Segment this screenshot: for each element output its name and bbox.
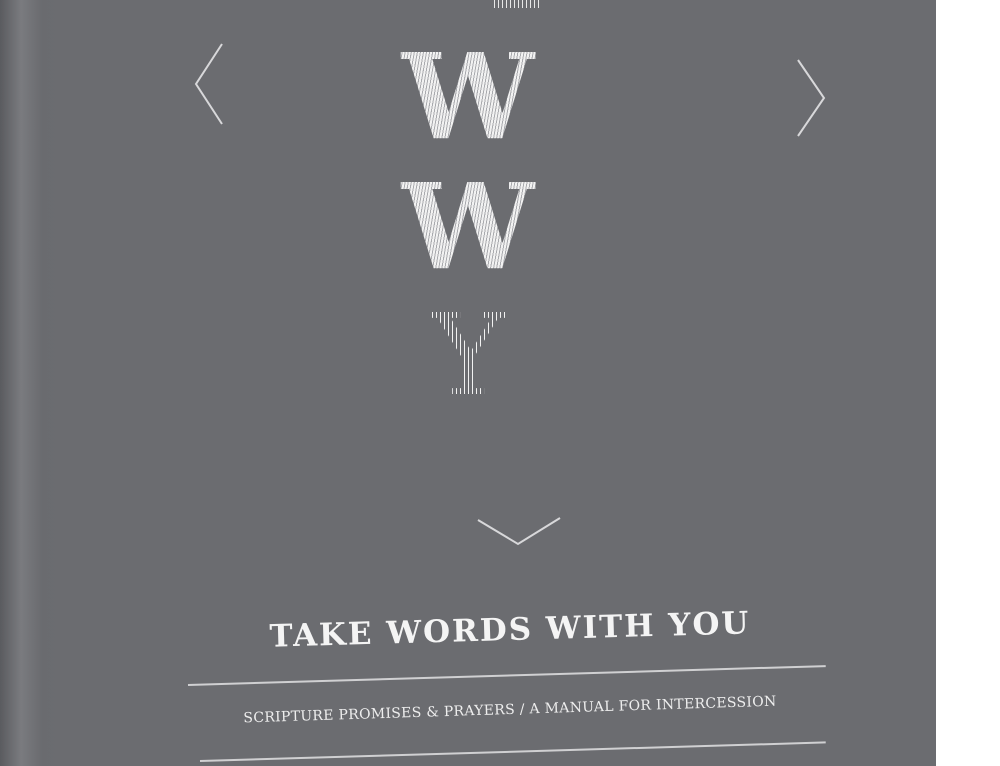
book-title: TAKE WORDS WITH YOU xyxy=(269,605,751,655)
monogram-letter-w-second: W xyxy=(0,168,936,286)
divider-bottom xyxy=(199,741,826,762)
book-subtitle: SCRIPTURE PROMISES & PRAYERS / A MANUAL … xyxy=(243,693,777,727)
book-cover: W W Y TAKE WORDS WITH YOU SCRIPTURE PROM… xyxy=(0,0,936,766)
monogram-top-fragment xyxy=(494,0,542,8)
monogram-letter-y: Y xyxy=(0,300,936,412)
chevron-left-icon xyxy=(194,43,223,125)
chevron-right-icon xyxy=(797,59,826,137)
divider-top xyxy=(187,665,826,686)
image-stage: W W Y TAKE WORDS WITH YOU SCRIPTURE PROM… xyxy=(0,0,1000,766)
chevron-down-icon xyxy=(477,517,561,546)
